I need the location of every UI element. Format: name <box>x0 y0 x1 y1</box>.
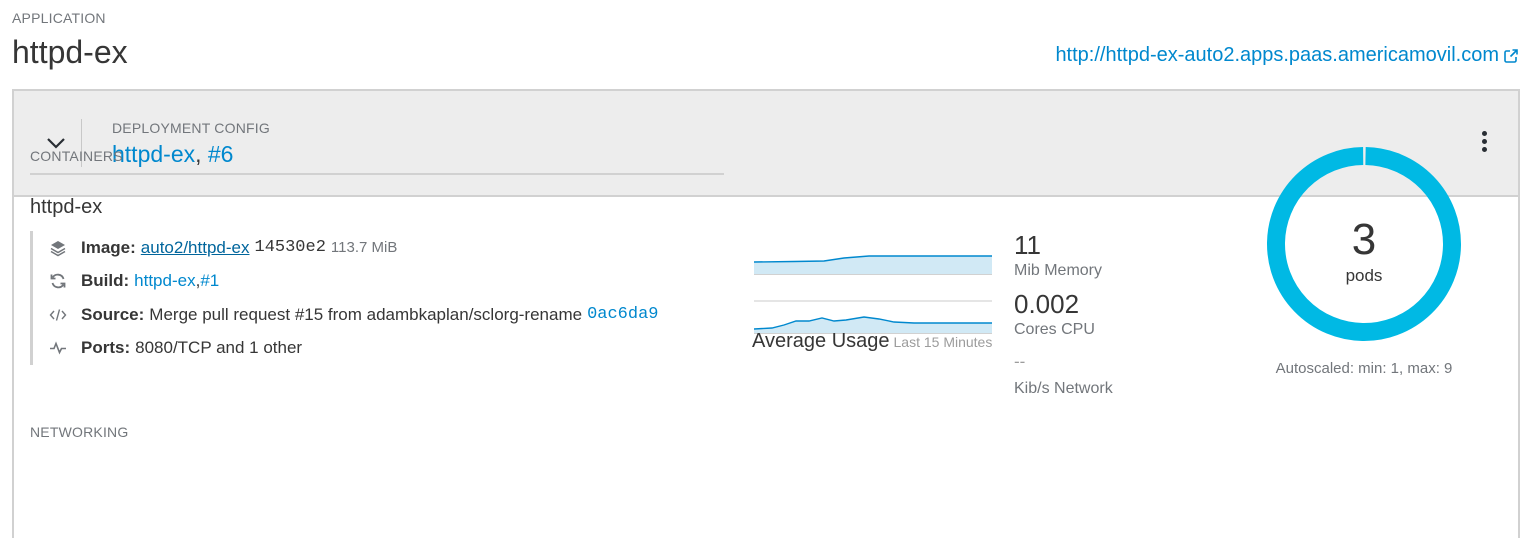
pod-count: 3 <box>1351 215 1377 264</box>
source-commit-link[interactable]: 0ac6da9 <box>587 305 658 324</box>
memory-sparkline <box>754 255 992 275</box>
memory-value: 11 <box>1014 230 1041 260</box>
build-label: Build: <box>81 271 130 291</box>
average-usage: Average Usage Last 15 Minutes <box>752 330 992 353</box>
network-value: -- <box>1014 352 1026 371</box>
application-label: APPLICATION <box>12 10 106 26</box>
route-link[interactable]: http://httpd-ex-auto2.apps.paas.americam… <box>1055 44 1519 67</box>
autoscale-info: Autoscaled: min: 1, max: 9 <box>1275 360 1453 377</box>
kebab-menu-button[interactable] <box>1478 131 1490 157</box>
cpu-unit: Cores CPU <box>1014 321 1095 338</box>
deployment-title: httpd-ex, #6 <box>112 141 233 168</box>
image-row: Image: auto2/httpd-ex 14530e2 113.7 MiB <box>49 231 659 265</box>
layers-icon <box>49 239 67 257</box>
image-repo-link[interactable]: auto2/httpd-ex <box>141 238 250 258</box>
image-label: Image: <box>81 237 136 257</box>
image-size: 113.7 MiB <box>330 239 398 257</box>
external-link-icon <box>1504 48 1518 63</box>
build-number-link[interactable]: #1 <box>200 271 219 291</box>
ports-label: Ports: <box>81 338 131 358</box>
containers-label: CONTAINERS <box>30 148 123 164</box>
containers-divider <box>30 173 724 175</box>
source-message: Merge pull request #15 from adambkaplan/… <box>149 304 583 324</box>
average-usage-label: Average Usage <box>752 330 890 352</box>
container-details: Image: auto2/httpd-ex 14530e2 113.7 MiB … <box>30 231 659 365</box>
build-name-link[interactable]: httpd-ex <box>134 271 195 291</box>
pulse-icon <box>49 339 67 357</box>
networking-label: NETWORKING <box>30 424 129 440</box>
route-url[interactable]: http://httpd-ex-auto2.apps.paas.americam… <box>1055 44 1499 67</box>
memory-unit: Mib Memory <box>1014 262 1103 279</box>
source-label: Source: <box>81 304 145 324</box>
container-name: httpd-ex <box>30 196 103 218</box>
deployment-separator: , <box>195 141 208 167</box>
application-name: httpd-ex <box>12 34 128 70</box>
refresh-icon <box>49 272 67 290</box>
deployment-config-label: DEPLOYMENT CONFIG <box>112 120 270 136</box>
deployment-version-link[interactable]: #6 <box>208 141 234 167</box>
source-row: Source: Merge pull request #15 from adam… <box>49 298 659 332</box>
pod-label: pods <box>1345 266 1383 285</box>
network-baseline <box>754 300 992 302</box>
deployment-name-link[interactable]: httpd-ex <box>112 141 195 167</box>
ports-row: Ports: 8080/TCP and 1 other <box>49 332 659 366</box>
average-usage-range: Last 15 Minutes <box>893 334 993 350</box>
network-unit: Kib/s Network <box>1014 380 1113 397</box>
cpu-value: 0.002 <box>1014 289 1080 319</box>
ports-value: 8080/TCP and 1 other <box>135 338 303 358</box>
image-digest: 14530e2 <box>254 238 326 258</box>
code-icon <box>49 306 67 324</box>
build-row: Build: httpd-ex, #1 <box>49 265 659 299</box>
